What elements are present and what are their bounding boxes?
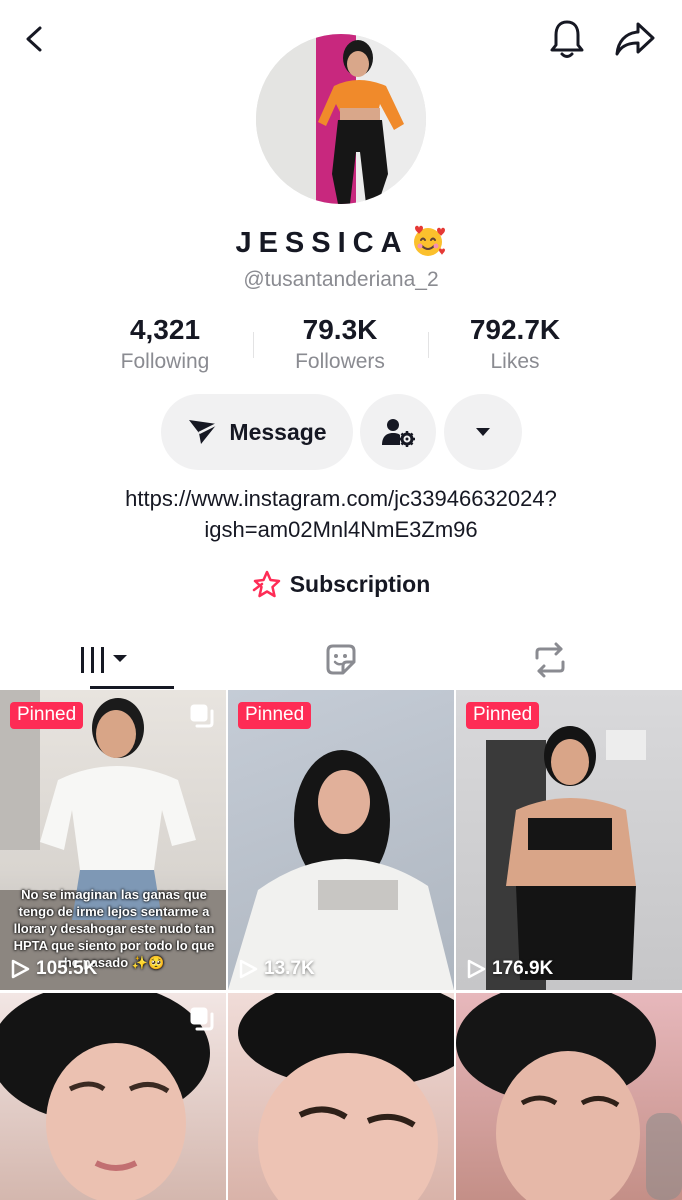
likes-count: 792.7K (469, 314, 561, 345)
video-thumbnail[interactable]: Pinned 13.7K (228, 690, 454, 990)
friend-settings-button[interactable] (360, 394, 436, 470)
bio-link[interactable]: https://www.instagram.com/jc33946632024?… (0, 483, 682, 545)
back-button[interactable] (10, 14, 60, 64)
followers-label: Followers (295, 350, 385, 373)
content-tabs (0, 630, 682, 690)
pinned-badge: Pinned (238, 702, 312, 729)
video-thumbnail-image (228, 750, 454, 990)
tab-stickers[interactable] (227, 630, 454, 690)
video-thumbnail[interactable]: Pinned 176.9K (456, 690, 682, 990)
video-thumbnail-image (486, 726, 646, 990)
message-button[interactable]: Message (161, 394, 353, 470)
active-tab-indicator (90, 686, 174, 689)
view-count: 13.7K (238, 958, 315, 980)
video-thumbnail[interactable]: Pinned No se imaginan las ganas que teng… (0, 690, 226, 990)
video-thumbnail-image (456, 993, 682, 1200)
video-grid: Pinned No se imaginan las ganas que teng… (0, 690, 682, 1200)
share-button[interactable] (610, 14, 660, 64)
subscription-link[interactable]: Subscription (0, 570, 682, 598)
tab-videos[interactable] (18, 630, 190, 690)
view-count: 105.5K (10, 958, 97, 980)
pinned-badge: Pinned (10, 702, 84, 729)
followers-stat[interactable]: 79.3K Followers (252, 314, 428, 374)
repost-icon (535, 642, 564, 678)
username: @tusantanderiana_2 (243, 268, 439, 291)
bio-link-line-1: https://www.instagram.com/jc33946632024? (125, 486, 557, 511)
notification-button[interactable] (542, 14, 592, 64)
bio-link-line-2: igsh=am02Mnl4NmE3Zm96 (204, 517, 478, 542)
multi-image-icon (190, 704, 214, 728)
more-options-button[interactable] (444, 394, 522, 470)
profile-avatar[interactable] (256, 34, 426, 204)
view-count-text: 105.5K (36, 958, 98, 979)
following-label: Following (120, 350, 210, 373)
share-arrow-icon (615, 22, 655, 56)
sticker-icon (326, 644, 355, 675)
chevron-left-icon (26, 26, 42, 52)
user-gear-icon (382, 419, 415, 447)
view-count: 176.9K (466, 958, 553, 980)
play-icon (467, 959, 486, 979)
multi-image-icon (190, 1007, 214, 1031)
video-thumbnail[interactable] (228, 993, 454, 1200)
view-count-text: 13.7K (264, 958, 315, 979)
following-stat[interactable]: 4,321 Following (77, 314, 253, 374)
view-count-text: 176.9K (492, 958, 554, 979)
message-button-label: Message (229, 418, 327, 445)
display-name: JESSICA (0, 224, 682, 260)
following-count: 4,321 (129, 314, 201, 345)
play-icon (11, 959, 30, 979)
tab-reposts[interactable] (436, 630, 663, 690)
profile-stats: 4,321 Following 79.3K Followers 792.7K L… (0, 314, 682, 378)
smiling-face-with-hearts-icon (413, 225, 445, 256)
video-thumbnail[interactable] (456, 993, 682, 1200)
video-thumbnail-image (238, 993, 454, 1200)
pinned-badge: Pinned (466, 702, 540, 729)
video-thumbnail[interactable] (0, 993, 226, 1200)
followers-count: 79.3K (302, 314, 378, 345)
caret-down-icon (476, 428, 490, 436)
likes-stat[interactable]: 792.7K Likes (427, 314, 603, 374)
likes-label: Likes (490, 350, 540, 373)
grid-icon (81, 647, 127, 673)
send-icon (189, 420, 218, 444)
profile-actions: Message (0, 394, 682, 470)
subscription-label: Subscription (289, 570, 431, 597)
avatar-photo (256, 34, 426, 204)
display-name-text: JESSICA (235, 227, 409, 259)
bell-icon (550, 20, 584, 58)
play-icon (239, 959, 258, 979)
subscription-star-icon (252, 570, 280, 598)
